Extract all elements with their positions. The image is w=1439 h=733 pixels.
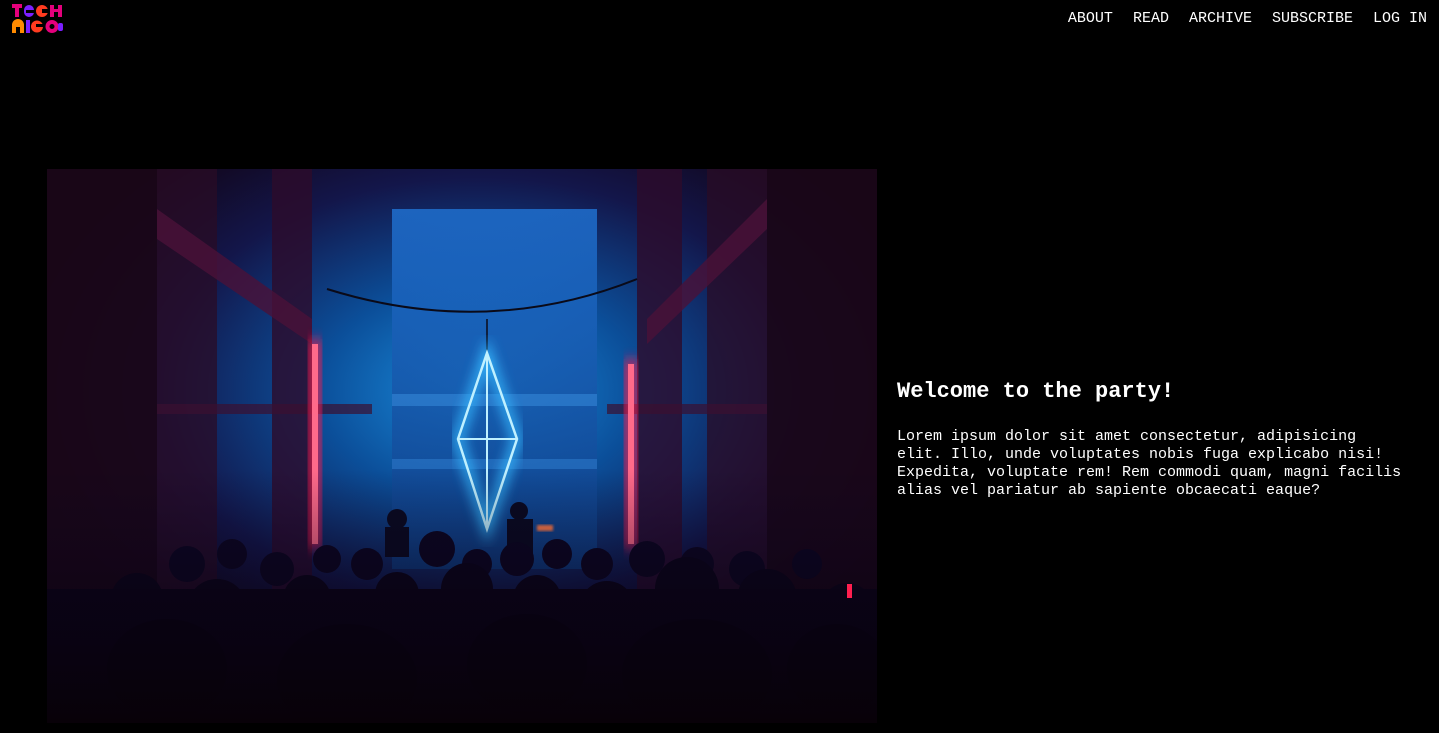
nav-subscribe[interactable]: SUBSCRIBE — [1252, 10, 1353, 28]
page: ABOUT READ ARCHIVE SUBSCRIBE LOG IN Welc… — [0, 0, 1439, 733]
nav-read[interactable]: READ — [1113, 10, 1169, 28]
hero-text: Welcome to the party! Lorem ipsum dolor … — [897, 378, 1407, 500]
main-nav: ABOUT READ ARCHIVE SUBSCRIBE LOG IN — [1048, 10, 1427, 28]
nav-archive[interactable]: ARCHIVE — [1169, 10, 1252, 28]
nav-about[interactable]: ABOUT — [1048, 10, 1113, 28]
nav-log-in[interactable]: LOG IN — [1353, 10, 1427, 28]
hero-title: Welcome to the party! — [897, 379, 1175, 404]
techrico-logo-icon — [12, 4, 63, 33]
hero-body: Lorem ipsum dolor sit amet consectetur, … — [897, 428, 1402, 499]
hero-image — [47, 169, 877, 723]
concert-photo — [47, 169, 877, 723]
site-logo[interactable] — [12, 3, 64, 35]
